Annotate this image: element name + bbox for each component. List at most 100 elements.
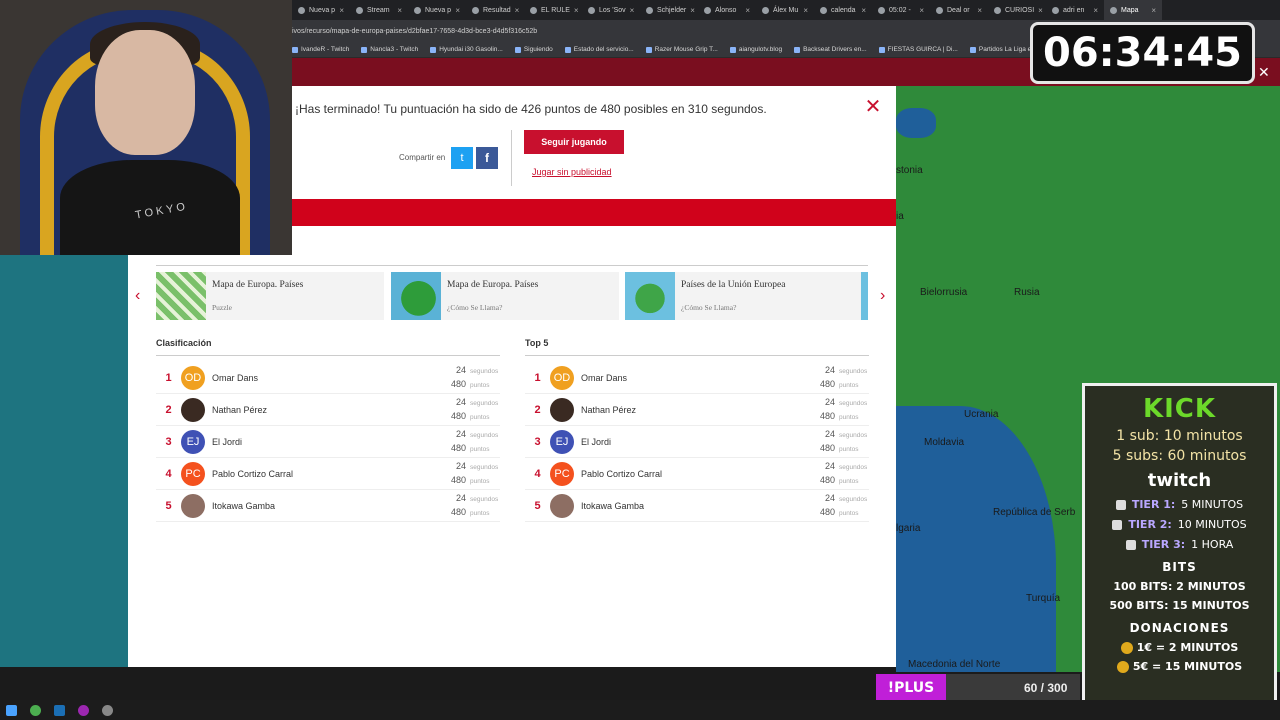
browser-tab[interactable]: Nueva p × [292, 0, 350, 20]
tab-label: Nueva p [425, 6, 452, 14]
bookmark-item[interactable]: Estado del servicio... [564, 46, 634, 53]
bookmark-item[interactable]: IvandeR - Twitch [292, 46, 349, 53]
donation-rule: 1€ = 2 MINUTOS [1085, 641, 1274, 654]
browser-tab[interactable]: Stream × [350, 0, 408, 20]
tab-close-icon[interactable]: × [630, 6, 635, 15]
tab-close-icon[interactable]: × [1151, 6, 1156, 15]
bookmark-item[interactable]: FIESTAS GUIRCA | Di... [878, 46, 958, 53]
subathon-timer: 06:34:45 [1030, 22, 1255, 84]
browser-tab[interactable]: calenda × [814, 0, 872, 20]
sub-icon [1125, 539, 1136, 550]
leaderboard-row[interactable]: 2 Nathan Pérez 24 segundos 480 puntos [525, 394, 869, 426]
leaderboard-row[interactable]: 3 EJ El Jordi 24 segundos 480 puntos [156, 426, 500, 458]
bookmark-item[interactable]: Siguiendo [514, 46, 553, 53]
bookmark-label: FIESTAS GUIRCA | Di... [887, 46, 958, 53]
player-score: 24 segundos 480 puntos [820, 492, 867, 520]
bookmark-item[interactable]: Hyundai i30 Gasolin... [430, 46, 503, 53]
tab-label: 05:02 - [889, 6, 911, 14]
tab-close-icon[interactable]: × [803, 6, 808, 15]
tier-value: 5 MINUTOS [1181, 498, 1244, 511]
bookmark-item[interactable]: aiangulotv.blog [729, 46, 782, 53]
tab-close-icon[interactable]: × [690, 6, 695, 15]
browser-tab[interactable]: Mapa × [1104, 0, 1162, 20]
browser-tab[interactable]: Álex Mu × [756, 0, 814, 20]
tab-close-icon[interactable]: × [455, 6, 460, 15]
tab-close-icon[interactable]: × [397, 6, 402, 15]
carousel-next-icon[interactable]: › [880, 287, 885, 305]
black-sea [896, 406, 1056, 672]
related-card[interactable]: Mapa de Europa. Países Puzzle [156, 272, 384, 320]
bookmark-icon [794, 46, 801, 53]
browser-tab[interactable]: 05:02 - × [872, 0, 930, 20]
browser-tab[interactable]: adri en × [1046, 0, 1104, 20]
bookmark-icon [514, 46, 521, 53]
divider [525, 355, 869, 356]
sub-icon [1115, 499, 1126, 510]
facebook-share-button[interactable]: f [476, 147, 498, 169]
tier-value: 10 MINUTOS [1177, 518, 1247, 531]
player-name: Omar Dans [581, 372, 628, 383]
rank-number: 5 [165, 499, 172, 512]
rank-number: 2 [534, 403, 541, 416]
tab-favicon-icon [356, 6, 363, 14]
avatar: OD [181, 365, 205, 390]
bookmark-label: Nancla3 - Twitch [370, 46, 419, 53]
close-icon[interactable]: ✕ [1258, 64, 1270, 81]
leaderboard-row[interactable]: 5 Itokawa Gamba 24 segundos 480 puntos [156, 490, 500, 522]
divider [156, 355, 500, 356]
tab-close-icon[interactable]: × [339, 6, 344, 15]
browser-tab[interactable]: Los 'Sov × [582, 0, 640, 20]
tab-favicon-icon [820, 6, 827, 14]
rank-number: 1 [165, 371, 172, 384]
play-without-ads-link[interactable]: Jugar sin publicidad [532, 167, 612, 177]
rank-number: 3 [165, 435, 172, 448]
avatar: OD [550, 365, 574, 390]
tab-close-icon[interactable]: × [574, 6, 579, 15]
chrome-icon[interactable] [30, 704, 41, 716]
browser-tab[interactable]: CURIOSI × [988, 0, 1046, 20]
browser-tab[interactable]: Schjelder × [640, 0, 698, 20]
app-icon[interactable] [78, 704, 89, 716]
related-card[interactable]: Países de la Unión Europea ¿Cómo Se Llama… [625, 272, 861, 320]
leaderboard-row[interactable]: 1 OD Omar Dans 24 segundos 480 puntos [525, 362, 869, 394]
browser-tab[interactable]: Nueva p × [408, 0, 466, 20]
rank-number: 3 [534, 435, 541, 448]
browser-tab[interactable]: Deal or × [930, 0, 988, 20]
leaderboard-row[interactable]: 2 Nathan Pérez 24 segundos 480 puntos [156, 394, 500, 426]
steam-icon[interactable] [54, 704, 65, 716]
tab-close-icon[interactable]: × [1038, 6, 1043, 15]
leaderboard-row[interactable]: 3 EJ El Jordi 24 segundos 480 puntos [525, 426, 869, 458]
leaderboard-row[interactable]: 5 Itokawa Gamba 24 segundos 480 puntos [525, 490, 869, 522]
tab-close-icon[interactable]: × [861, 6, 866, 15]
tier-label: TIER 1: [1131, 498, 1176, 511]
tab-close-icon[interactable]: × [919, 6, 924, 15]
tab-close-icon[interactable]: × [1093, 6, 1098, 15]
leaderboard-row[interactable]: 4 PC Pablo Cortizo Carral 24 segundos 480 punt… [525, 458, 869, 490]
bookmark-label: IvandeR - Twitch [301, 46, 350, 53]
browser-tab[interactable]: EL RULE × [524, 0, 582, 20]
obs-icon[interactable] [102, 704, 113, 716]
bookmark-item[interactable]: Nancla3 - Twitch [361, 46, 418, 53]
bookmark-item[interactable]: Razer Mouse Grip T... [645, 46, 718, 53]
rank-number: 5 [534, 499, 541, 512]
play-again-button[interactable]: Seguir jugando [524, 130, 624, 154]
windows-start-icon[interactable] [6, 704, 17, 716]
points-value: 480 [450, 411, 466, 421]
browser-tab[interactable]: Resultad × [466, 0, 524, 20]
divider [156, 265, 868, 266]
related-card[interactable]: Mapa de Europa. Países ¿Cómo Se Llama? [391, 272, 619, 320]
related-card-partial[interactable] [861, 272, 868, 320]
carousel-prev-icon[interactable]: ‹ [135, 287, 140, 305]
tab-close-icon[interactable]: × [745, 6, 750, 15]
bits-rule: 100 BITS: 2 MINUTOS [1113, 580, 1246, 593]
close-results-button[interactable]: ✕ [863, 97, 883, 118]
tab-close-icon[interactable]: × [515, 6, 520, 15]
leaderboard-row[interactable]: 1 OD Omar Dans 24 segundos 480 puntos [156, 362, 500, 394]
twitter-share-button[interactable]: t [451, 147, 473, 169]
leaderboard-row[interactable]: 4 PC Pablo Cortizo Carral 24 segundos 480 punt… [156, 458, 500, 490]
tab-close-icon[interactable]: × [977, 6, 982, 15]
points-unit: puntos [839, 510, 859, 517]
browser-tab[interactable]: Alonso × [698, 0, 756, 20]
tab-favicon-icon [994, 6, 1001, 14]
bookmark-item[interactable]: Backseat Drivers en... [794, 46, 867, 53]
